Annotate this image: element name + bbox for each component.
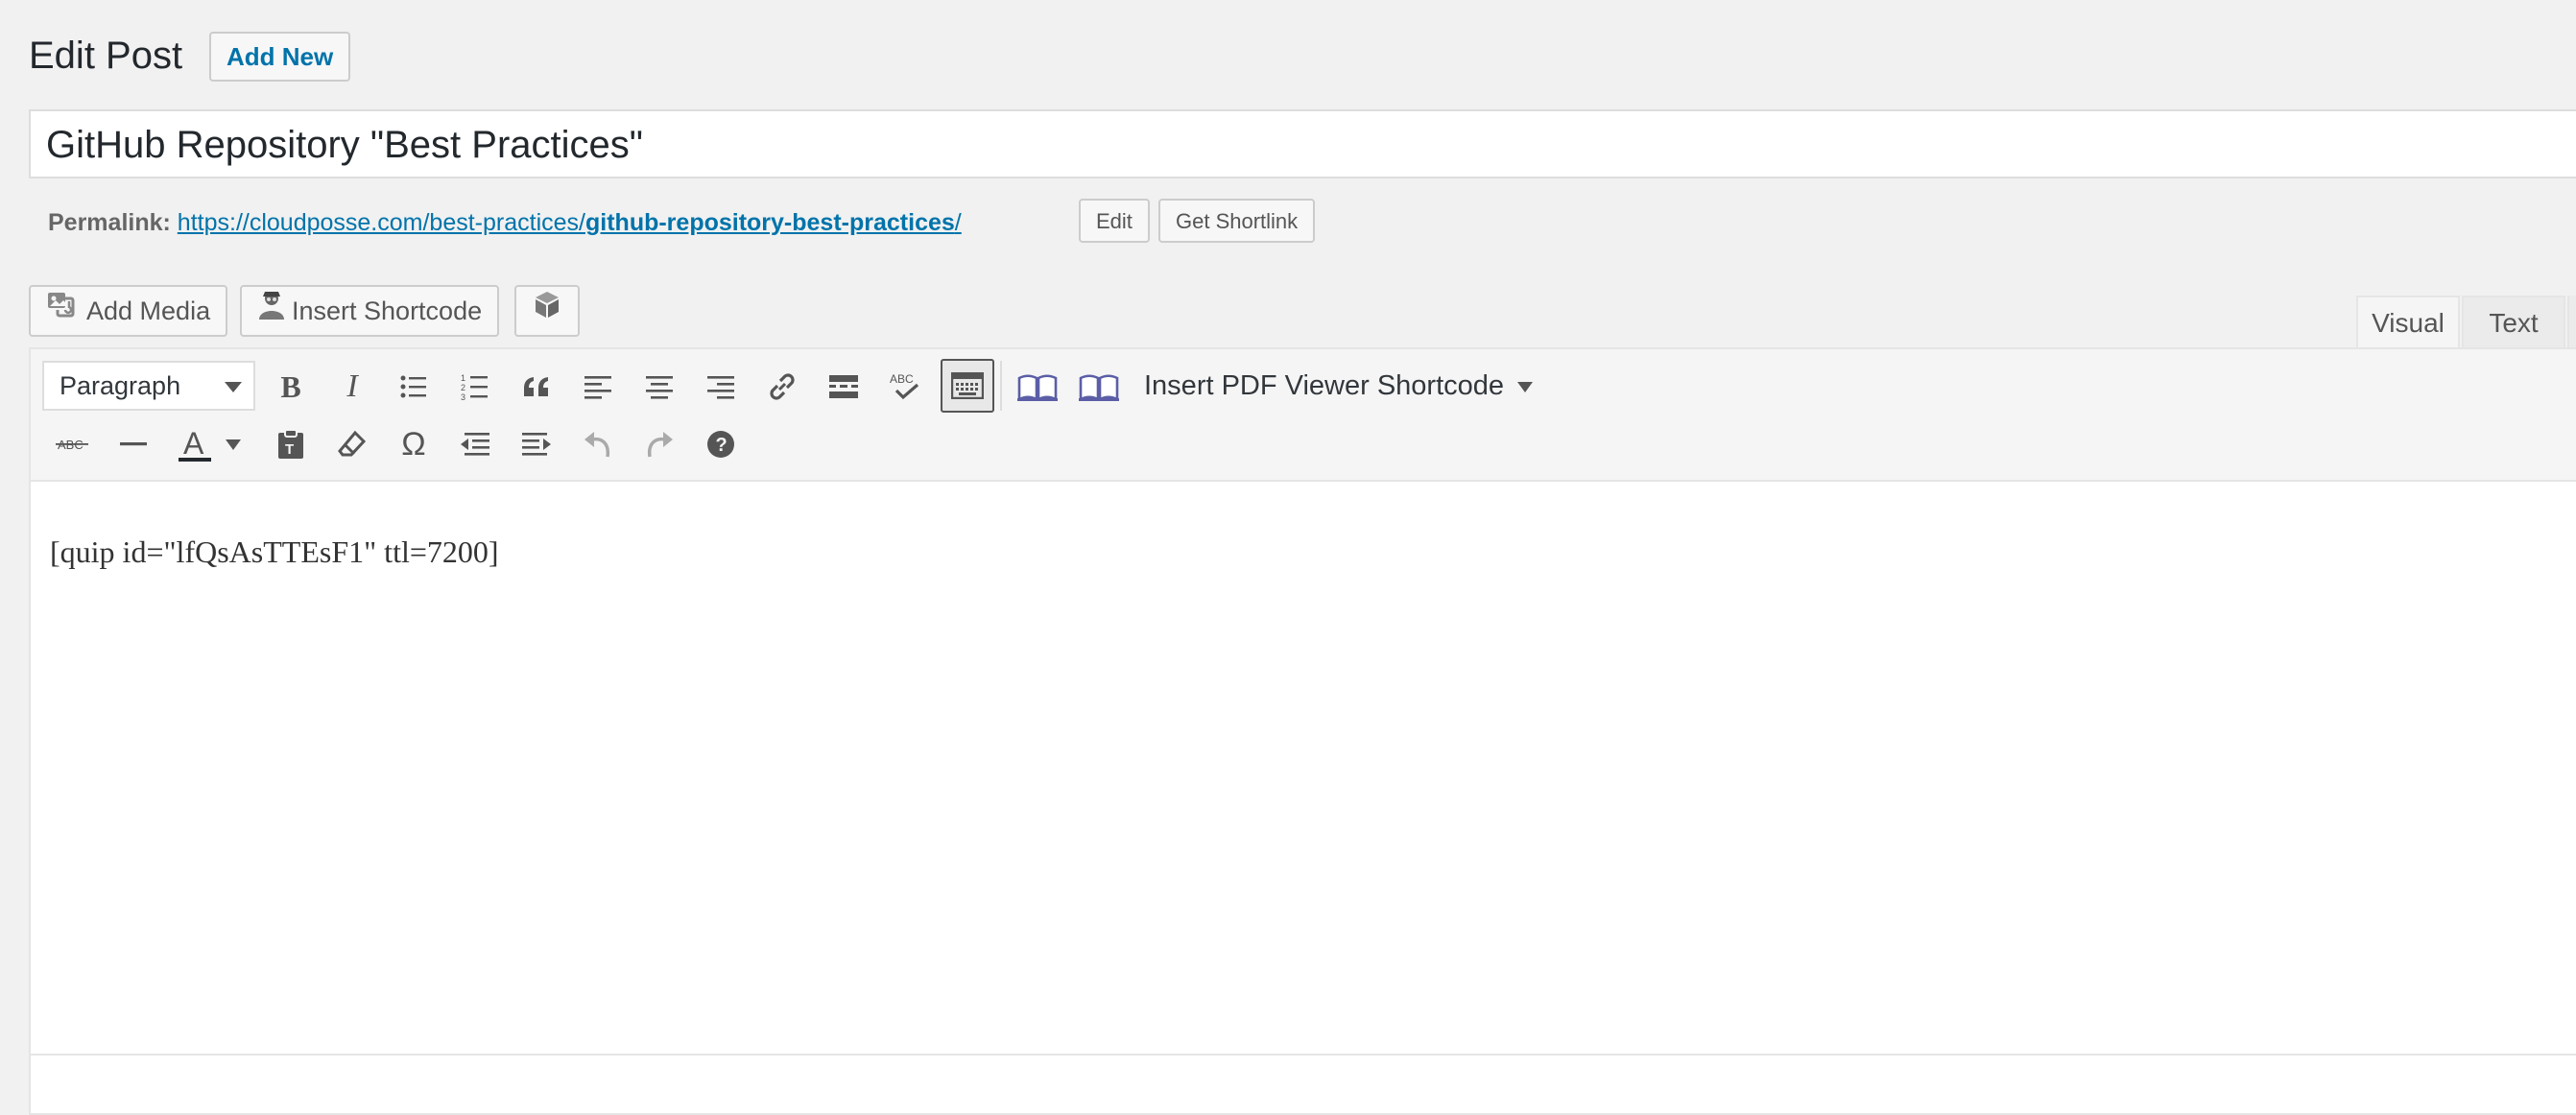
- chevron-down-icon: [226, 439, 241, 450]
- add-new-button[interactable]: Add New: [209, 32, 351, 82]
- bold-button[interactable]: B: [267, 363, 315, 411]
- svg-text:3: 3: [461, 392, 465, 401]
- cube-icon: [532, 287, 562, 335]
- align-left-icon: [584, 376, 611, 399]
- special-character-icon: Ω: [401, 425, 426, 463]
- permalink-label: Permalink:: [48, 209, 171, 236]
- svg-text:A: A: [183, 426, 204, 461]
- permalink-url-trail: /: [954, 209, 962, 236]
- italic-button[interactable]: I: [328, 363, 376, 411]
- help-icon: ?: [707, 431, 734, 458]
- text-color-button[interactable]: A: [171, 420, 219, 468]
- permalink-row: Permalink: https://cloudposse.com/best-p…: [48, 205, 962, 240]
- format-select-value: Paragraph: [60, 371, 181, 400]
- permalink-url-base: https://cloudposse.com/best-practices/: [177, 209, 585, 236]
- bulleted-list-button[interactable]: [390, 363, 438, 411]
- horizontal-line-button[interactable]: [109, 420, 157, 468]
- permalink-url-slug: github-repository-best-practices: [585, 209, 955, 236]
- svg-text:1: 1: [461, 373, 465, 383]
- blockquote-button[interactable]: [513, 363, 561, 411]
- page-title: Edit Post: [29, 35, 183, 77]
- format-select[interactable]: Paragraph: [42, 361, 255, 411]
- editor-content[interactable]: [quip id="lfQsAsTTEsF1" ttl=7200]: [50, 532, 499, 572]
- read-more-button[interactable]: [820, 363, 868, 411]
- outdent-icon: [461, 433, 489, 456]
- permalink-edit-button[interactable]: Edit: [1079, 199, 1150, 243]
- align-right-icon: [707, 376, 734, 399]
- chevron-down-icon: [225, 382, 242, 392]
- outdent-button[interactable]: [451, 420, 499, 468]
- svg-text:?: ?: [716, 435, 727, 456]
- align-center-button[interactable]: [635, 363, 683, 411]
- svg-text:T: T: [285, 441, 294, 458]
- post-title-input[interactable]: GitHub Repository "Best Practices": [46, 121, 643, 169]
- undo-icon: [584, 432, 610, 458]
- pdf-menu-label: Insert PDF Viewer Shortcode: [1144, 370, 1505, 401]
- permalink-link[interactable]: https://cloudposse.com/best-practices/gi…: [178, 209, 962, 236]
- link-button[interactable]: [758, 363, 806, 411]
- pdf-book-icon-2: [1079, 374, 1119, 401]
- post-editor: Paragraph B I 123 ABC Insert PDF Viewer …: [29, 347, 2576, 1115]
- chevron-down-icon: [1517, 381, 1534, 392]
- indent-icon: [522, 433, 551, 456]
- read-more-icon: [829, 375, 858, 398]
- clear-formatting-icon: [338, 430, 367, 457]
- tab-text[interactable]: Text: [2462, 296, 2565, 349]
- text-color-icon: A: [179, 426, 211, 462]
- horizontal-line-icon: [120, 442, 147, 446]
- pdf-book-icon: [1017, 374, 1058, 401]
- special-character-button[interactable]: Ω: [390, 420, 438, 468]
- align-left-button[interactable]: [574, 363, 622, 411]
- align-right-button[interactable]: [697, 363, 745, 411]
- redo-button[interactable]: [635, 420, 683, 468]
- svg-text:2: 2: [461, 383, 465, 392]
- toolbar-toggle-button[interactable]: [941, 359, 994, 413]
- paste-as-text-icon: T: [278, 429, 303, 459]
- bulleted-list-icon: [400, 375, 426, 398]
- svg-text:ABC: ABC: [890, 372, 914, 386]
- editor-toolbar: Paragraph B I 123 ABC Insert PDF Viewer …: [31, 349, 2576, 482]
- italic-icon: I: [346, 368, 358, 404]
- add-media-icon: [46, 287, 77, 335]
- numbered-list-icon: 123: [461, 373, 488, 401]
- text-color-dropdown[interactable]: [219, 420, 248, 468]
- strikethrough-button[interactable]: ABC: [48, 420, 96, 468]
- help-button[interactable]: ?: [697, 420, 745, 468]
- insert-shortcode-label: Insert Shortcode: [292, 297, 483, 325]
- spellcheck-icon: ABC: [890, 372, 919, 400]
- editor-bottom-border: [31, 1054, 2576, 1056]
- indent-button[interactable]: [513, 420, 561, 468]
- block-insert-button[interactable]: [514, 285, 580, 337]
- strikethrough-icon: ABC: [56, 438, 88, 452]
- spellcheck-button[interactable]: ABC: [881, 363, 929, 411]
- get-shortlink-button[interactable]: Get Shortlink: [1158, 199, 1316, 243]
- pdf-embed-button[interactable]: [1075, 363, 1123, 411]
- post-title-field[interactable]: GitHub Repository "Best Practices": [29, 109, 2576, 178]
- numbered-list-button[interactable]: 123: [451, 363, 499, 411]
- toolbar-toggle-icon: [951, 372, 984, 399]
- shortcode-avatar-icon: [257, 287, 286, 335]
- undo-button[interactable]: [574, 420, 622, 468]
- tab-edge: [2567, 296, 2576, 349]
- add-media-label: Add Media: [86, 297, 211, 325]
- pdf-viewer-button[interactable]: [1014, 363, 1061, 411]
- insert-shortcode-button[interactable]: Insert Shortcode: [240, 285, 500, 337]
- clear-formatting-button[interactable]: [328, 420, 376, 468]
- bold-icon: B: [280, 368, 301, 404]
- pdf-viewer-shortcode-menu[interactable]: Insert PDF Viewer Shortcode: [1144, 367, 1534, 405]
- add-media-button[interactable]: Add Media: [29, 285, 228, 337]
- tab-visual[interactable]: Visual: [2356, 296, 2460, 349]
- toolbar-divider: [1000, 361, 1002, 411]
- paste-as-text-button[interactable]: T: [267, 420, 315, 468]
- link-icon: [770, 373, 795, 400]
- redo-icon: [647, 432, 673, 458]
- blockquote-icon: [524, 377, 548, 396]
- align-center-icon: [646, 376, 673, 399]
